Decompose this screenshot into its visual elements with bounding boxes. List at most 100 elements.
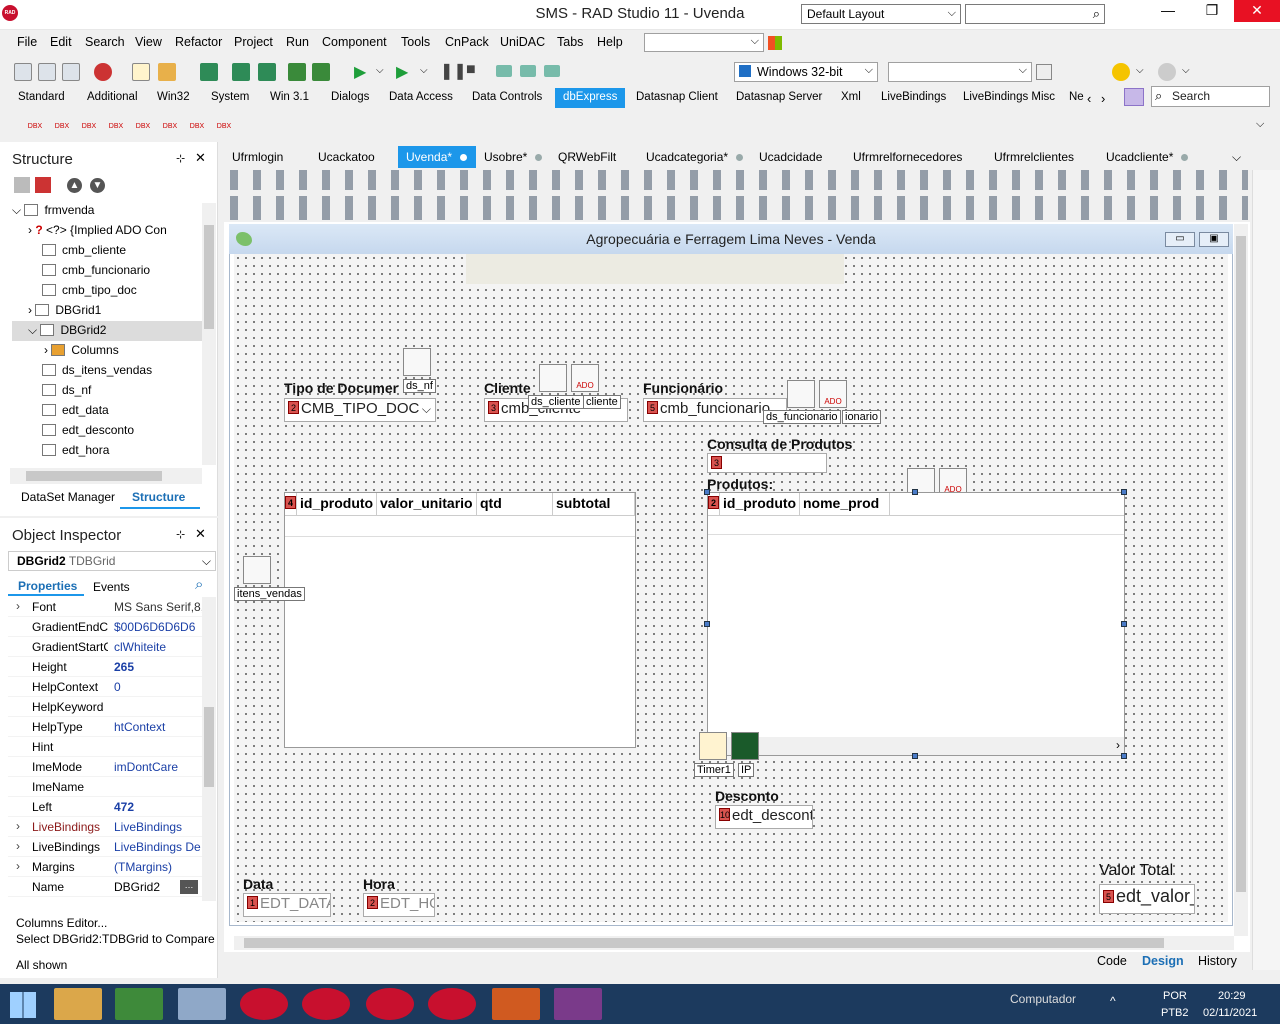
menu-run[interactable]: Run — [286, 35, 309, 49]
prop-row[interactable]: ImeMode imDontCare — [8, 757, 202, 777]
delete-item-icon[interactable] — [35, 177, 51, 193]
prop-row[interactable]: Name DBGrid2… — [8, 877, 202, 897]
menu-edit[interactable]: Edit — [50, 35, 72, 49]
tab-ufrmrelfornecedores[interactable]: Ufrmrelfornecedores — [845, 146, 970, 168]
ds-funcionario-component[interactable] — [787, 380, 815, 408]
palette-tab-win31[interactable]: Win 3.1 — [270, 91, 309, 103]
chevron-down-icon[interactable]: ⌵ — [1232, 150, 1241, 165]
rad-taskbar-icon[interactable] — [366, 988, 414, 1020]
align-toolbar-icons[interactable] — [224, 170, 1248, 220]
palette-tab-dbexpress[interactable]: dbExpress — [555, 88, 626, 108]
menu-cnpack[interactable]: CnPack — [445, 35, 489, 49]
ds-cliente-component[interactable] — [539, 364, 567, 392]
menu-search-combo[interactable]: ⌵ — [644, 33, 764, 52]
close-button[interactable]: ✕ — [1234, 0, 1280, 22]
remove-file-icon[interactable] — [312, 63, 330, 81]
column-header[interactable]: nome_prod — [800, 493, 890, 515]
palette-search-input[interactable]: ⌕ Search — [1151, 86, 1270, 107]
tree-item-ds-nf[interactable]: ds_nf — [42, 383, 91, 397]
save-as-icon[interactable] — [258, 63, 276, 81]
windows-start-icon[interactable] — [10, 992, 36, 1018]
selection-handle[interactable] — [912, 753, 918, 759]
palette-tab-standard[interactable]: Standard — [18, 91, 65, 103]
build-config-select[interactable]: ⌵ — [888, 62, 1032, 82]
add-file-icon[interactable] — [288, 63, 306, 81]
clock-time[interactable]: 20:29 — [1218, 990, 1246, 1002]
structure-vscroll[interactable] — [202, 203, 216, 465]
footer-compare[interactable]: Select DBGrid2:TDBGrid to Compare — [16, 932, 215, 946]
tab-ufrmlogin[interactable]: Ufrmlogin — [224, 146, 291, 168]
prop-row[interactable]: HelpContext 0 — [8, 677, 202, 697]
pause-icon[interactable]: ❚❚ — [440, 61, 467, 81]
run-to-cursor-icon[interactable] — [544, 65, 560, 77]
column-header[interactable]: valor_unitario — [377, 493, 477, 515]
deploy-icon[interactable] — [1036, 64, 1052, 80]
footer-columns-editor[interactable]: Columns Editor... — [16, 916, 107, 930]
prop-row[interactable]: › LiveBindings LiveBindings De — [8, 837, 202, 857]
arrow-down-icon[interactable]: ▼ — [90, 178, 105, 193]
rad-studio-taskbar-icon[interactable] — [428, 988, 476, 1020]
ds-nf-component[interactable] — [403, 348, 431, 376]
selection-handle[interactable] — [1121, 753, 1127, 759]
ds-itens-vendas-component[interactable] — [243, 556, 271, 584]
app-taskbar-icon[interactable] — [240, 988, 288, 1020]
column-header[interactable]: qtd — [477, 493, 553, 515]
form-minimize-button[interactable]: ▭ — [1165, 232, 1195, 247]
open-icon[interactable] — [132, 63, 150, 81]
maximize-button[interactable]: ❐ — [1190, 0, 1234, 22]
pin-icon[interactable]: ⊹ — [176, 528, 185, 541]
palette-tab-additional[interactable]: Additional — [87, 91, 138, 103]
tree-item-frmvenda[interactable]: ⌵ frmvenda — [12, 203, 94, 218]
rx-taskbar-icon[interactable] — [302, 988, 350, 1020]
selection-handle[interactable] — [912, 489, 918, 495]
chevron-down-icon[interactable]: ⌵ — [1182, 65, 1190, 76]
column-header[interactable]: id_produto — [297, 493, 377, 515]
timer-component[interactable] — [699, 732, 727, 760]
selection-handle[interactable] — [704, 621, 710, 627]
tree-item-ds-itens-vendas[interactable]: ds_itens_vendas — [42, 363, 152, 377]
chevron-down-icon[interactable]: ⌵ — [420, 65, 428, 76]
palette-tab-livebindings[interactable]: LiveBindings — [881, 91, 946, 103]
palette-tab-system[interactable]: System — [211, 91, 249, 103]
tab-qrwebfilt[interactable]: QRWebFilt — [550, 146, 624, 168]
dbx-monitor-component[interactable]: DBX — [159, 110, 181, 132]
new-form-icon[interactable] — [38, 63, 56, 81]
close-icon[interactable]: ✕ — [195, 526, 206, 542]
remove-icon[interactable] — [94, 63, 112, 81]
edt-consulta[interactable]: 3 — [707, 453, 827, 473]
palette-tab-datasnap-server[interactable]: Datasnap Server — [736, 91, 822, 103]
tab-dataset-manager[interactable]: DataSet Manager — [21, 490, 115, 504]
selection-handle[interactable] — [704, 489, 710, 495]
form-maximize-button[interactable]: ▣ — [1199, 232, 1229, 247]
palette-tab-xml[interactable]: Xml — [841, 91, 861, 103]
dbx-meta-component[interactable]: DBX — [186, 110, 208, 132]
tab-ucadcidade[interactable]: Ucadcidade — [751, 146, 830, 168]
table-row[interactable] — [708, 515, 1124, 535]
dbgrid1[interactable]: 4 id_produto valor_unitario qtd subtotal — [284, 492, 636, 748]
forward-icon[interactable] — [1158, 63, 1176, 81]
chevron-down-icon[interactable]: ⌵ — [376, 65, 384, 76]
back-icon[interactable] — [1112, 63, 1130, 81]
clock-date[interactable]: 02/11/2021 — [1203, 1007, 1257, 1019]
ide-search-input[interactable]: ⌕ — [965, 4, 1105, 24]
chevron-down-icon[interactable]: ⌵ — [1136, 65, 1144, 76]
palette-tab-more[interactable]: Ne — [1069, 91, 1084, 103]
trace-into-icon[interactable] — [520, 65, 536, 77]
prop-row[interactable]: › LiveBindings LiveBindings — [8, 817, 202, 837]
edt-desconto[interactable]: 10edt_desconto — [715, 805, 813, 829]
menu-refactor[interactable]: Refactor — [175, 35, 222, 49]
file-explorer-taskbar-icon[interactable] — [54, 988, 102, 1020]
prop-row[interactable]: GradientEndC $00D6D6D6D6 — [8, 617, 202, 637]
edt-hora[interactable]: 2EDT_HORA — [363, 893, 435, 917]
designer-vscroll[interactable] — [1234, 224, 1248, 936]
menu-tools[interactable]: Tools — [401, 35, 430, 49]
dbx-sql-component[interactable]: DBX — [213, 110, 235, 132]
tree-item-dbgrid1[interactable]: › DBGrid1 — [28, 303, 101, 317]
target-platform-select[interactable]: Windows 32-bit ⌵ — [734, 62, 878, 82]
notepad-taskbar-icon[interactable] — [115, 988, 163, 1020]
new-icon[interactable] — [14, 63, 32, 81]
cmb-tipo-doc[interactable]: 2 CMB_TIPO_DOC ⌵ — [284, 398, 436, 422]
tab-usobre[interactable]: Usobre* — [476, 146, 550, 168]
selection-handle[interactable] — [1121, 489, 1127, 495]
view-tab-design[interactable]: Design — [1142, 954, 1184, 968]
